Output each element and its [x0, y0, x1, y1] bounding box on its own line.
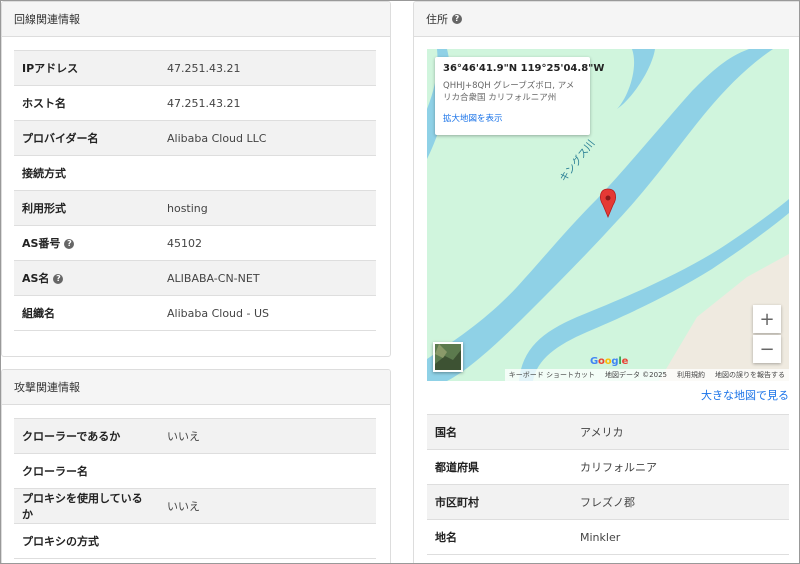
row-label: プロキシを使用しているか: [14, 488, 159, 524]
attack-info-table: クローラーであるか いいえ クローラー名 プロキシを使用しているか いいえ プロキシ…: [14, 418, 376, 559]
table-row: 都道府県 カリフォルニア: [427, 449, 789, 485]
row-value: [159, 523, 376, 559]
map-address: QHHJ+8QH グレーブズボロ, アメリカ合衆国 カリフォルニア州: [443, 81, 575, 103]
table-row: AS名? ALIBABA-CN-NET: [14, 260, 376, 296]
enlarge-map-link[interactable]: 拡大地図を表示: [443, 112, 582, 124]
row-label: 接続方式: [14, 155, 159, 191]
row-label: AS名: [22, 272, 50, 285]
table-row: クローラー名: [14, 453, 376, 489]
river-top-right: [617, 49, 655, 109]
address-header: 住所?: [414, 2, 799, 37]
row-value: 47.251.43.21: [159, 85, 376, 121]
table-row: 組織名 Alibaba Cloud - US: [14, 295, 376, 331]
row-label: 都道府県: [427, 449, 572, 485]
row-value: アメリカ: [572, 414, 789, 450]
row-value: hosting: [159, 190, 376, 226]
map-coordinates: 36°46'41.9"N 119°25'04.8"W: [443, 63, 605, 74]
help-icon[interactable]: ?: [53, 274, 64, 284]
line-info-header: 回線関連情報: [2, 2, 390, 37]
table-row: クローラーであるか いいえ: [14, 418, 376, 454]
row-label: プロバイダー名: [14, 120, 159, 156]
row-label-cell: AS番号?: [14, 225, 159, 261]
map-data-attribution: 地図データ ©2025: [604, 371, 667, 379]
table-row: プロバイダー名 Alibaba Cloud LLC: [14, 120, 376, 156]
table-row: ホスト名 47.251.43.21: [14, 85, 376, 121]
table-row: 国名 アメリカ: [427, 414, 789, 450]
table-row: プロキシの方式: [14, 523, 376, 559]
row-value: いいえ: [159, 488, 376, 524]
row-label-cell: AS名?: [14, 260, 159, 296]
attack-info-card: 攻撃関連情報 クローラーであるか いいえ クローラー名 プロキシを使用しているかい…: [1, 369, 391, 563]
google-logo: Google: [590, 356, 629, 367]
row-label: プロキシの方式: [14, 523, 159, 559]
zoom-out-button[interactable]: −: [753, 335, 781, 363]
row-label: クローラー名: [14, 453, 159, 489]
row-label: 利用形式: [14, 190, 159, 226]
address-table: 国名 アメリカ 都道府県 カリフォルニア 市区町村 フレズノ郡 地名 Minkler: [427, 414, 789, 555]
line-info-table: IPアドレス 47.251.43.21 ホスト名 47.251.43.21 プロバイ…: [14, 50, 376, 331]
line-info-card: 回線関連情報 IPアドレス 47.251.43.21 ホスト名 47.251.43.…: [1, 1, 391, 357]
row-label: 組織名: [14, 295, 159, 331]
row-value: 45102: [159, 225, 376, 261]
larger-map-link[interactable]: 大きな地図で見る: [701, 387, 789, 403]
attack-info-header: 攻撃関連情報: [2, 370, 390, 405]
page-frame: 回線関連情報 IPアドレス 47.251.43.21 ホスト名 47.251.43.…: [0, 0, 800, 564]
map-footer: キーボード ショートカット 地図データ ©2025 利用規約 地図の誤りを報告す…: [504, 369, 789, 381]
row-value: 47.251.43.21: [159, 50, 376, 86]
terms-link[interactable]: 利用規約: [677, 370, 705, 380]
row-label: AS番号: [22, 237, 61, 250]
report-error-link[interactable]: 地図の誤りを報告する: [715, 370, 785, 380]
row-label: 市区町村: [427, 484, 572, 520]
row-label: クローラーであるか: [14, 418, 159, 454]
keyboard-shortcuts-link[interactable]: キーボード ショートカット: [509, 370, 595, 380]
row-label: IPアドレス: [14, 50, 159, 86]
help-icon[interactable]: ?: [64, 239, 75, 249]
table-row: IPアドレス 47.251.43.21: [14, 50, 376, 86]
question-circle-icon[interactable]: ?: [452, 14, 462, 24]
row-value: カリフォルニア: [572, 449, 789, 485]
satellite-thumbnail-icon: [435, 344, 461, 370]
row-value: ALIBABA-CN-NET: [159, 260, 376, 296]
row-label: 地名: [427, 519, 572, 555]
row-value: Alibaba Cloud - US: [159, 295, 376, 331]
zoom-in-button[interactable]: +: [753, 305, 781, 333]
satellite-toggle-button[interactable]: [433, 342, 463, 372]
address-title: 住所: [426, 13, 448, 26]
row-label: ホスト名: [14, 85, 159, 121]
table-row: 地名 Minkler: [427, 519, 789, 555]
row-value: Minkler: [572, 519, 789, 555]
table-row: AS番号? 45102: [14, 225, 376, 261]
google-map[interactable]: キングス川 36°46'41.9"N 119°25'04.8"W QHHJ+8Q…: [427, 49, 789, 381]
row-value: いいえ: [159, 418, 376, 454]
row-value: フレズノ郡: [572, 484, 789, 520]
row-value: Alibaba Cloud LLC: [159, 120, 376, 156]
table-row: 利用形式 hosting: [14, 190, 376, 226]
table-row: プロキシを使用しているか いいえ: [14, 488, 376, 524]
map-info-window: 36°46'41.9"N 119°25'04.8"W QHHJ+8QH グレーブ…: [435, 57, 605, 135]
row-value: [159, 155, 376, 191]
table-row: 市区町村 フレズノ郡: [427, 484, 789, 520]
table-row: 接続方式: [14, 155, 376, 191]
row-label: 国名: [427, 414, 572, 450]
row-value: [159, 453, 376, 489]
